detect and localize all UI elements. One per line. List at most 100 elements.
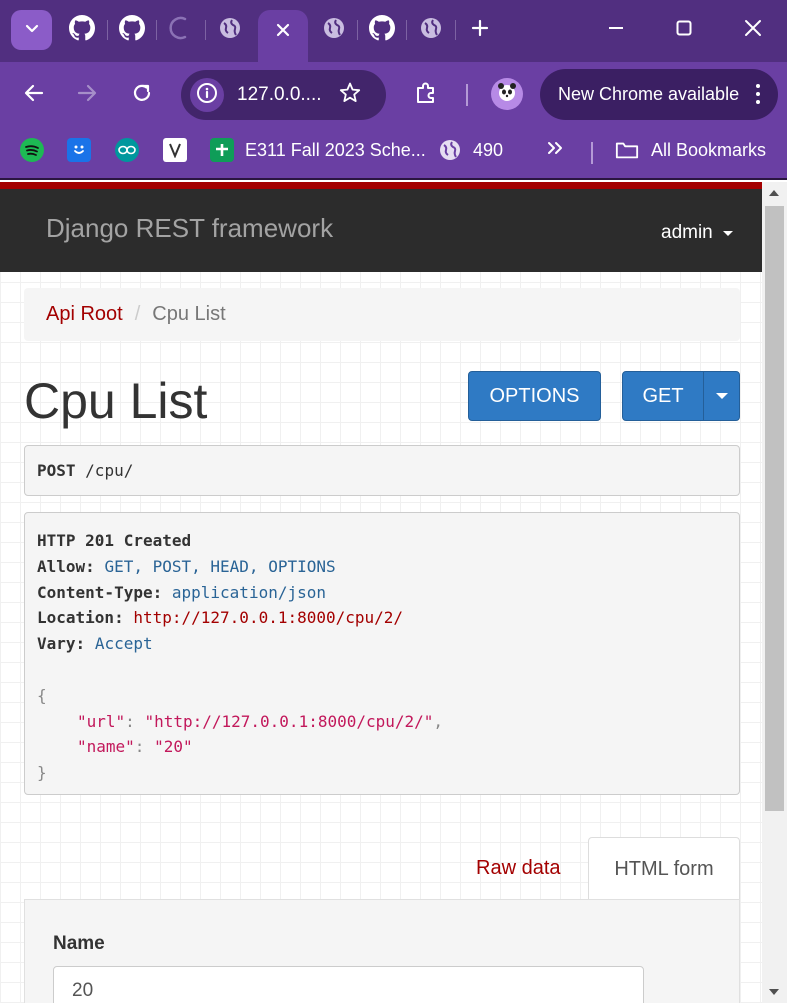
back-button[interactable] <box>15 76 53 114</box>
all-bookmarks-button[interactable]: All Bookmarks <box>615 137 766 163</box>
html-form-panel: Name <box>24 899 740 1003</box>
bookmarks-divider <box>591 142 593 164</box>
star-icon <box>338 81 362 110</box>
bookmark-star-button[interactable] <box>335 80 365 110</box>
globe-icon <box>420 17 442 44</box>
caret-down-icon <box>715 393 728 399</box>
scrollbar-thumb[interactable] <box>765 206 784 811</box>
json-url-line: "url": "http://127.0.0.1:8000/cpu/2/", <box>77 711 444 731</box>
bookmark-arduino[interactable] <box>115 137 150 163</box>
tab-github-3[interactable] <box>357 10 407 50</box>
scroll-up-arrow-icon[interactable] <box>769 190 779 196</box>
page-viewport: Django REST framework admin Api Root / C… <box>0 182 762 1003</box>
panda-avatar-icon <box>495 80 519 109</box>
bookmark-app[interactable] <box>67 137 102 163</box>
bookmarks-overflow-button[interactable] <box>545 137 565 163</box>
response-info: HTTP 201 Created Allow: GET, POST, HEAD,… <box>24 512 740 795</box>
response-header-content-type: Content-Type: application/json <box>37 582 326 602</box>
breadcrumb: Api Root / Cpu List <box>24 288 740 341</box>
github-icon <box>69 14 96 46</box>
name-label: Name <box>53 933 105 954</box>
breadcrumb-api-root[interactable]: Api Root <box>46 303 123 326</box>
tab-search-button[interactable] <box>11 10 52 50</box>
json-name-line: "name": "20" <box>77 737 193 757</box>
brand-link[interactable]: Django REST framework <box>46 213 333 244</box>
close-window-button[interactable] <box>733 14 773 46</box>
get-button[interactable]: GET <box>622 371 704 421</box>
extensions-button[interactable] <box>407 76 445 114</box>
arrow-left-icon <box>23 82 45 109</box>
scroll-down-arrow-icon[interactable] <box>769 989 779 995</box>
tab-active[interactable] <box>258 10 308 62</box>
site-info-button[interactable] <box>190 78 224 112</box>
breadcrumb-separator: / <box>134 303 141 325</box>
github-icon <box>369 14 396 46</box>
info-icon <box>196 82 218 109</box>
bookmark-490[interactable]: 490 <box>438 137 503 163</box>
globe-icon <box>438 138 462 162</box>
tab-loading[interactable] <box>156 10 206 50</box>
navbar: Django REST framework admin <box>0 182 762 272</box>
json-open-brace: { <box>37 685 47 705</box>
bookmark-label: E311 Fall 2023 Sche... <box>245 139 426 160</box>
location-link[interactable]: http://127.0.0.1:8000/cpu/2/ <box>133 608 403 627</box>
update-label: New Chrome available <box>558 84 740 104</box>
bookmark-e311[interactable]: E311 Fall 2023 Sche... <box>210 137 426 163</box>
tab-html-form[interactable]: HTML form <box>588 837 740 900</box>
plus-icon <box>470 18 490 43</box>
spotify-icon <box>20 138 44 162</box>
minimize-icon <box>607 19 625 42</box>
chrome-menu-button[interactable] <box>748 81 768 107</box>
json-close-brace: } <box>37 763 47 783</box>
sheets-icon <box>210 138 234 162</box>
toolbar-divider <box>466 84 468 106</box>
v-logo-icon <box>163 138 187 162</box>
reload-button[interactable] <box>123 76 161 114</box>
request-info: POST /cpu/ <box>24 445 740 496</box>
loading-spinner-icon <box>169 16 193 45</box>
name-input[interactable] <box>53 966 644 1003</box>
bookmark-v[interactable] <box>163 137 198 163</box>
options-button[interactable]: OPTIONS <box>468 371 601 421</box>
bookmark-label: 490 <box>473 139 504 160</box>
response-header-vary: Vary: Accept <box>37 634 153 654</box>
vertical-dots-icon <box>756 84 760 104</box>
response-header-location: Location: http://127.0.0.1:8000/cpu/2/ <box>37 608 404 628</box>
maximize-button[interactable] <box>664 14 704 46</box>
bookmark-app-icon <box>67 138 91 162</box>
puzzle-icon <box>413 80 439 111</box>
tab-globe-1[interactable] <box>205 10 255 50</box>
tab-raw-data[interactable]: Raw data <box>476 857 561 880</box>
globe-icon <box>323 17 345 44</box>
close-icon <box>743 18 763 43</box>
new-tab-button[interactable] <box>455 10 505 50</box>
folder-icon <box>615 138 639 162</box>
bookmark-spotify[interactable] <box>20 137 55 163</box>
chevron-down-icon <box>24 20 40 41</box>
profile-avatar[interactable] <box>491 78 523 110</box>
address-bar[interactable]: 127.0.0.... <box>181 70 386 120</box>
close-icon[interactable] <box>273 20 293 45</box>
tab-github-1[interactable] <box>57 10 107 50</box>
tab-globe-2[interactable] <box>309 10 359 50</box>
user-name: admin <box>661 222 713 243</box>
globe-icon <box>219 17 241 44</box>
page-scrollbar[interactable] <box>762 182 787 1003</box>
new-chrome-available-button[interactable]: New Chrome available <box>540 69 778 120</box>
arduino-icon <box>115 138 139 162</box>
bookmarks-bar: E311 Fall 2023 Sche... 490 All Bookmarks <box>0 127 787 180</box>
tab-github-2[interactable] <box>107 10 157 50</box>
user-menu-toggle[interactable]: admin <box>661 222 733 244</box>
all-bookmarks-label: All Bookmarks <box>651 139 767 160</box>
get-format-dropdown[interactable] <box>703 371 740 421</box>
tab-globe-3[interactable] <box>406 10 456 50</box>
double-chevron-right-icon <box>545 138 565 163</box>
caret-down-icon <box>722 230 733 236</box>
browser-toolbar: 127.0.0.... New Chrome available <box>0 62 787 127</box>
forward-button[interactable] <box>68 76 106 114</box>
url-text[interactable]: 127.0.0.... <box>237 84 322 106</box>
request-method: POST <box>37 461 76 480</box>
minimize-button[interactable] <box>596 14 636 46</box>
response-header-allow: Allow: GET, POST, HEAD, OPTIONS <box>37 556 336 576</box>
breadcrumb-current: Cpu List <box>152 303 226 325</box>
